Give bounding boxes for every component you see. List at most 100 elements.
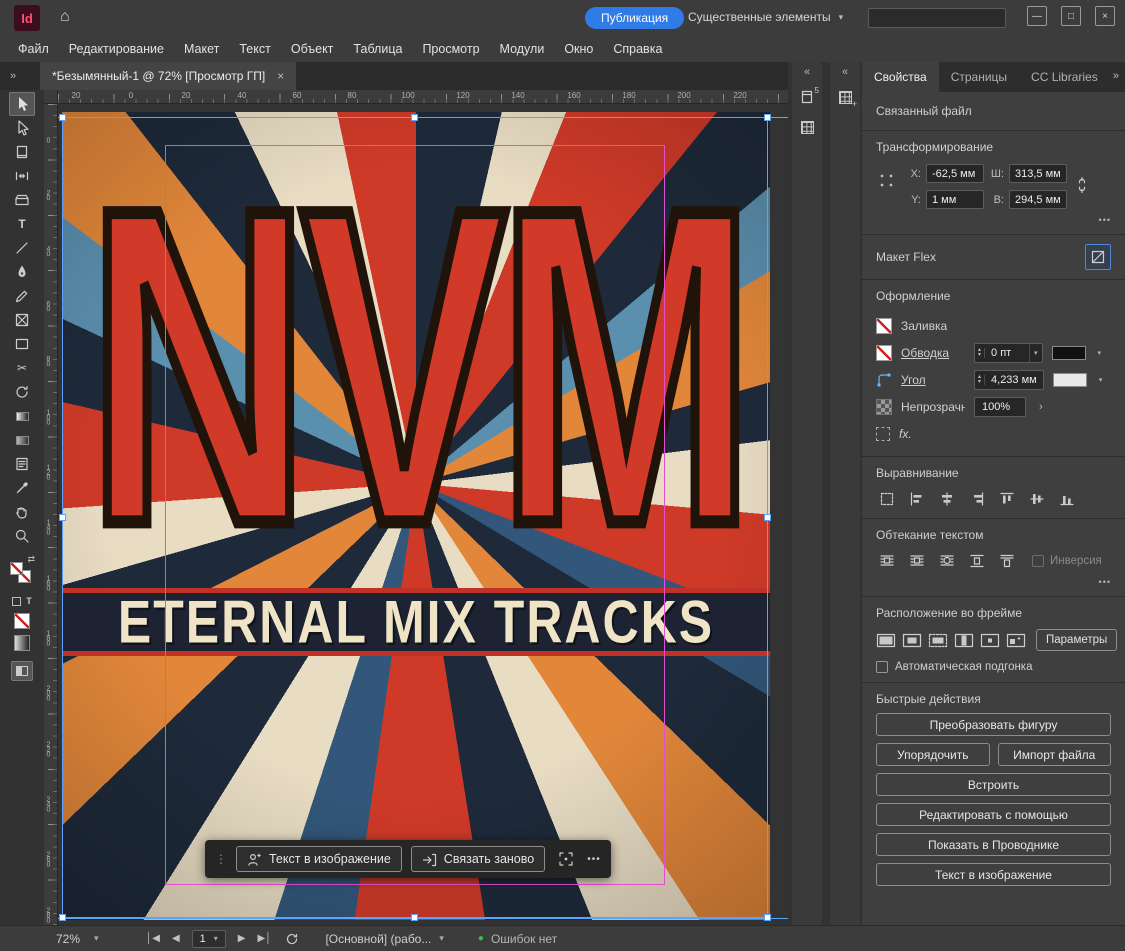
selection-tool[interactable] bbox=[9, 92, 35, 116]
fitting-fill-frame-icon[interactable] bbox=[876, 630, 896, 650]
transform-more-icon[interactable]: ••• bbox=[876, 215, 1111, 225]
menu-item-plugins[interactable]: Модули bbox=[490, 42, 555, 56]
fill-swatch[interactable] bbox=[10, 562, 23, 575]
last-page-button[interactable]: ▶│ bbox=[258, 933, 272, 944]
arrange-button[interactable]: Упорядочить bbox=[876, 743, 990, 766]
next-page-button[interactable]: ▶ bbox=[238, 933, 246, 944]
menu-item-type[interactable]: Текст bbox=[229, 42, 280, 56]
preflight-dropdown[interactable]: [Основной] (рабо... ▾ bbox=[325, 932, 443, 946]
screen-mode-button[interactable] bbox=[11, 661, 33, 681]
close-button[interactable]: × bbox=[1095, 6, 1115, 26]
wrap-more-icon[interactable]: ••• bbox=[876, 577, 1111, 587]
height-input[interactable] bbox=[1009, 190, 1067, 209]
corner-radius-stepper[interactable]: ▴▾ 4,233 мм bbox=[974, 370, 1044, 390]
fitting-fit-content-proportionally-icon[interactable] bbox=[902, 630, 922, 650]
gradient-tool[interactable] bbox=[9, 404, 35, 428]
frame-tool[interactable] bbox=[9, 308, 35, 332]
maximize-button[interactable]: □ bbox=[1061, 6, 1081, 26]
spread-rotation-icon[interactable] bbox=[285, 932, 299, 946]
menu-item-help[interactable]: Справка bbox=[603, 42, 672, 56]
wrap-jump-object-icon[interactable] bbox=[966, 551, 988, 571]
pen-tool[interactable] bbox=[9, 260, 35, 284]
flex-layout-button[interactable] bbox=[1085, 244, 1111, 270]
align-right-icon[interactable] bbox=[966, 489, 988, 509]
collapse-dock-icon[interactable]: « bbox=[792, 62, 822, 82]
wrap-none-icon[interactable] bbox=[876, 551, 898, 571]
constrain-proportions-icon[interactable] bbox=[1075, 176, 1089, 194]
hand-tool[interactable] bbox=[9, 500, 35, 524]
workspace-selector[interactable]: Существенные элементы ▾ bbox=[688, 10, 843, 24]
swatches-panel-icon[interactable] bbox=[792, 112, 822, 142]
align-center-vertical-icon[interactable] bbox=[1026, 489, 1048, 509]
wrap-object-shape-icon[interactable] bbox=[936, 551, 958, 571]
width-input[interactable] bbox=[1009, 164, 1067, 183]
pages-panel-icon[interactable]: 5 bbox=[792, 82, 822, 112]
formatting-text-icon[interactable]: T bbox=[26, 596, 32, 606]
menu-item-layout[interactable]: Макет bbox=[174, 42, 229, 56]
reference-point-grid[interactable] bbox=[876, 170, 898, 192]
note-tool[interactable] bbox=[9, 452, 35, 476]
align-center-horizontal-icon[interactable] bbox=[936, 489, 958, 509]
page-tool[interactable] bbox=[9, 140, 35, 164]
publish-button[interactable]: Публикация bbox=[585, 7, 684, 29]
context-more-button[interactable]: ••• bbox=[587, 854, 601, 865]
apply-none-swatch[interactable] bbox=[14, 613, 30, 629]
pencil-tool[interactable] bbox=[9, 284, 35, 308]
autofit-checkbox[interactable] bbox=[876, 661, 888, 673]
cc-libraries-panel-icon[interactable]: + bbox=[830, 82, 860, 112]
minimize-button[interactable]: — bbox=[1027, 6, 1047, 26]
menu-item-edit[interactable]: Редактирование bbox=[59, 42, 174, 56]
type-tool[interactable]: T bbox=[9, 212, 35, 236]
select-frame-button[interactable] bbox=[554, 847, 578, 871]
tab-close-icon[interactable]: × bbox=[277, 69, 284, 83]
selection-handle[interactable] bbox=[764, 914, 771, 921]
corner-style-swatch[interactable] bbox=[1053, 373, 1087, 387]
gradient-feather-tool[interactable] bbox=[9, 428, 35, 452]
drag-grip-icon[interactable]: ⋮ bbox=[215, 852, 227, 866]
selection-handle[interactable] bbox=[411, 114, 418, 121]
menu-item-object[interactable]: Объект bbox=[281, 42, 344, 56]
free-transform-tool[interactable] bbox=[9, 380, 35, 404]
align-key-object-icon[interactable] bbox=[876, 489, 898, 509]
pasteboard[interactable]: NVM ETERNAL MIX TRACKS ⋮ Текст в изображ… bbox=[58, 104, 788, 925]
menu-item-table[interactable]: Таблица bbox=[343, 42, 412, 56]
menu-item-view[interactable]: Просмотр bbox=[412, 42, 489, 56]
align-left-icon[interactable] bbox=[906, 489, 928, 509]
selection-handle[interactable] bbox=[59, 914, 66, 921]
selection-handle[interactable] bbox=[764, 514, 771, 521]
fitting-options-button[interactable]: Параметры bbox=[1036, 629, 1117, 651]
y-input[interactable] bbox=[926, 190, 984, 209]
corner-label[interactable]: Угол bbox=[901, 373, 965, 387]
home-icon[interactable]: ⌂ bbox=[60, 8, 70, 26]
selection-handle[interactable] bbox=[764, 114, 771, 121]
selection-handle[interactable] bbox=[59, 114, 66, 121]
chevron-down-icon[interactable]: ▾ bbox=[1098, 349, 1102, 357]
first-page-button[interactable]: │◀ bbox=[146, 933, 160, 944]
search-input[interactable] bbox=[868, 8, 1006, 28]
direct-selection-tool[interactable] bbox=[9, 116, 35, 140]
fitting-fit-content-to-frame-icon[interactable] bbox=[954, 630, 974, 650]
fx-button[interactable]: fx. bbox=[899, 427, 912, 441]
apply-gradient-swatch[interactable] bbox=[14, 635, 30, 651]
tab-pages[interactable]: Страницы bbox=[939, 62, 1019, 92]
content-collector-tool[interactable] bbox=[9, 188, 35, 212]
tab-cc-libraries[interactable]: CC Libraries bbox=[1019, 62, 1107, 92]
fitting-content-aware-icon[interactable] bbox=[1006, 630, 1026, 650]
scissors-tool[interactable]: ✂ bbox=[9, 356, 35, 380]
align-top-icon[interactable] bbox=[996, 489, 1018, 509]
zoom-tool[interactable] bbox=[9, 524, 35, 548]
chevron-down-icon[interactable]: ▾ bbox=[1099, 376, 1103, 384]
expand-tools-icon[interactable]: » bbox=[0, 70, 26, 90]
collapse-dock-icon[interactable]: « bbox=[830, 62, 860, 82]
align-bottom-icon[interactable] bbox=[1056, 489, 1078, 509]
tab-properties[interactable]: Свойства bbox=[862, 62, 939, 92]
panel-menu-icon[interactable]: » bbox=[1113, 70, 1119, 82]
chevron-down-icon[interactable]: ▾ bbox=[1029, 344, 1042, 362]
selection-handle[interactable] bbox=[59, 514, 66, 521]
wrap-bounding-box-icon[interactable] bbox=[906, 551, 928, 571]
import-file-button[interactable]: Импорт файла bbox=[998, 743, 1112, 766]
inverse-checkbox[interactable] bbox=[1032, 555, 1044, 567]
x-input[interactable] bbox=[926, 164, 984, 183]
page-number-dropdown[interactable]: 1 ▾ bbox=[192, 930, 226, 948]
reveal-in-explorer-button[interactable]: Показать в Проводнике bbox=[876, 833, 1111, 856]
